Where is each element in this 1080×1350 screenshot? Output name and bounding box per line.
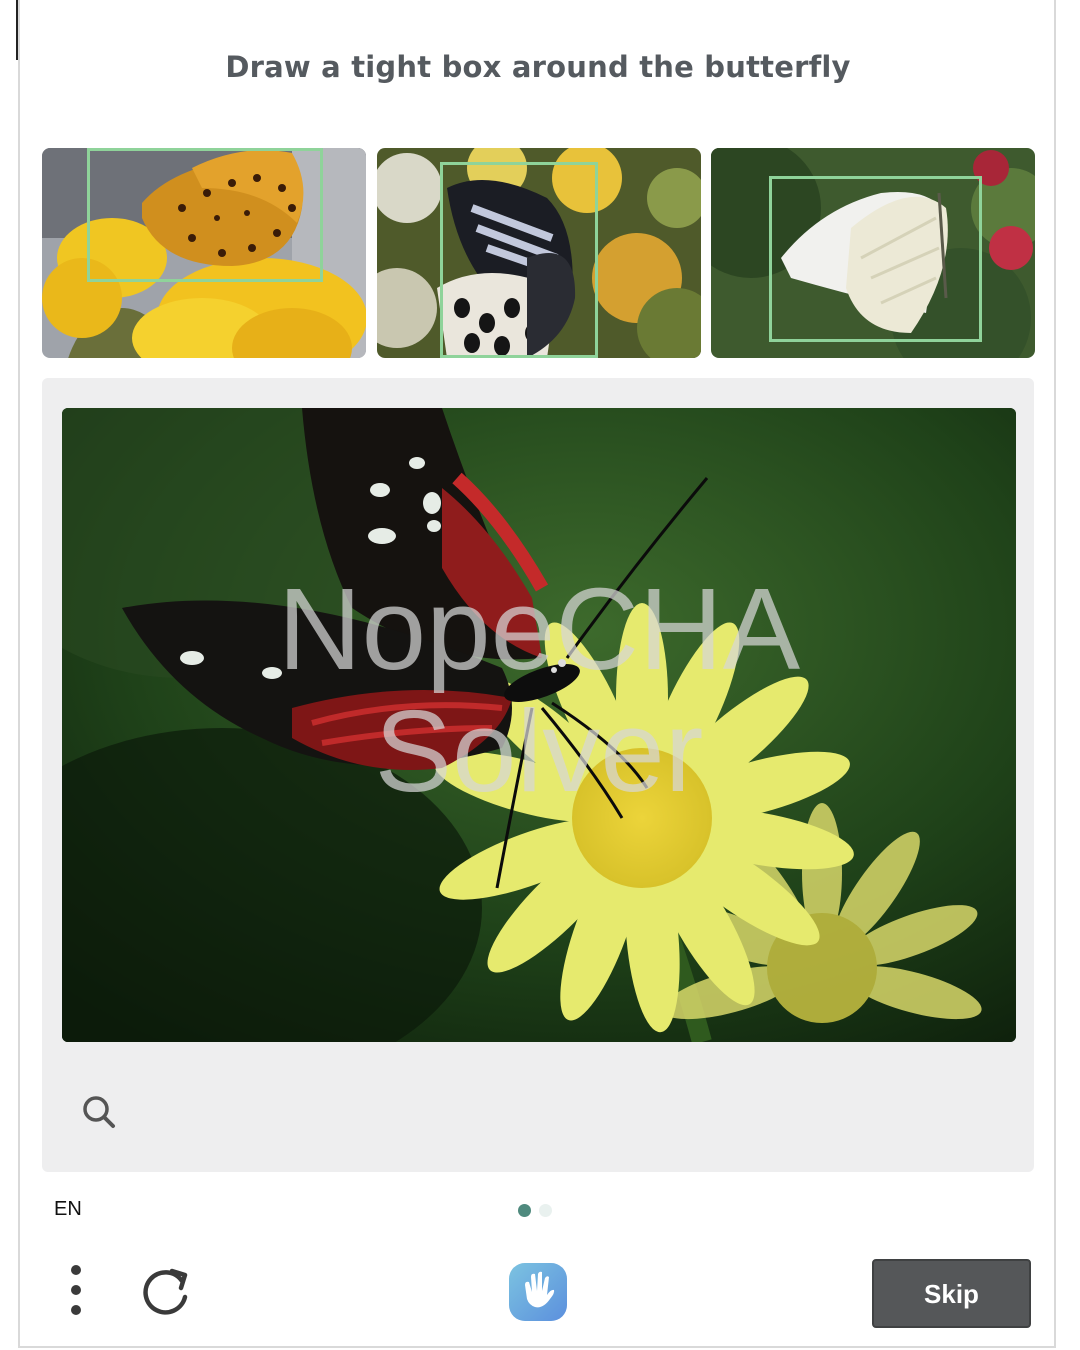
example-image-1	[42, 148, 366, 358]
example-images	[42, 148, 1036, 358]
task-canvas-area: NopeCHA Solver	[42, 378, 1034, 1172]
menu-button[interactable]	[60, 1262, 92, 1318]
prompt-text: Draw a tight box around the butterfly	[225, 50, 851, 84]
vertical-dots-icon	[71, 1265, 81, 1315]
language-selector[interactable]: EN	[54, 1198, 82, 1221]
zoom-icon[interactable]	[80, 1093, 120, 1133]
refresh-button[interactable]	[138, 1263, 194, 1319]
pagination-dot-active	[518, 1204, 531, 1217]
refresh-icon	[143, 1268, 188, 1315]
example-bounding-box	[769, 176, 982, 342]
hand-logo-icon	[505, 1259, 571, 1325]
pagination-dot	[539, 1204, 552, 1217]
example-bounding-box	[87, 148, 323, 282]
task-image[interactable]: NopeCHA Solver	[62, 408, 1016, 1042]
pagination-dots	[518, 1202, 560, 1217]
example-image-3	[711, 148, 1035, 358]
example-bounding-box	[440, 162, 598, 358]
example-image-2	[377, 148, 701, 358]
skip-button[interactable]: Skip	[872, 1259, 1031, 1328]
